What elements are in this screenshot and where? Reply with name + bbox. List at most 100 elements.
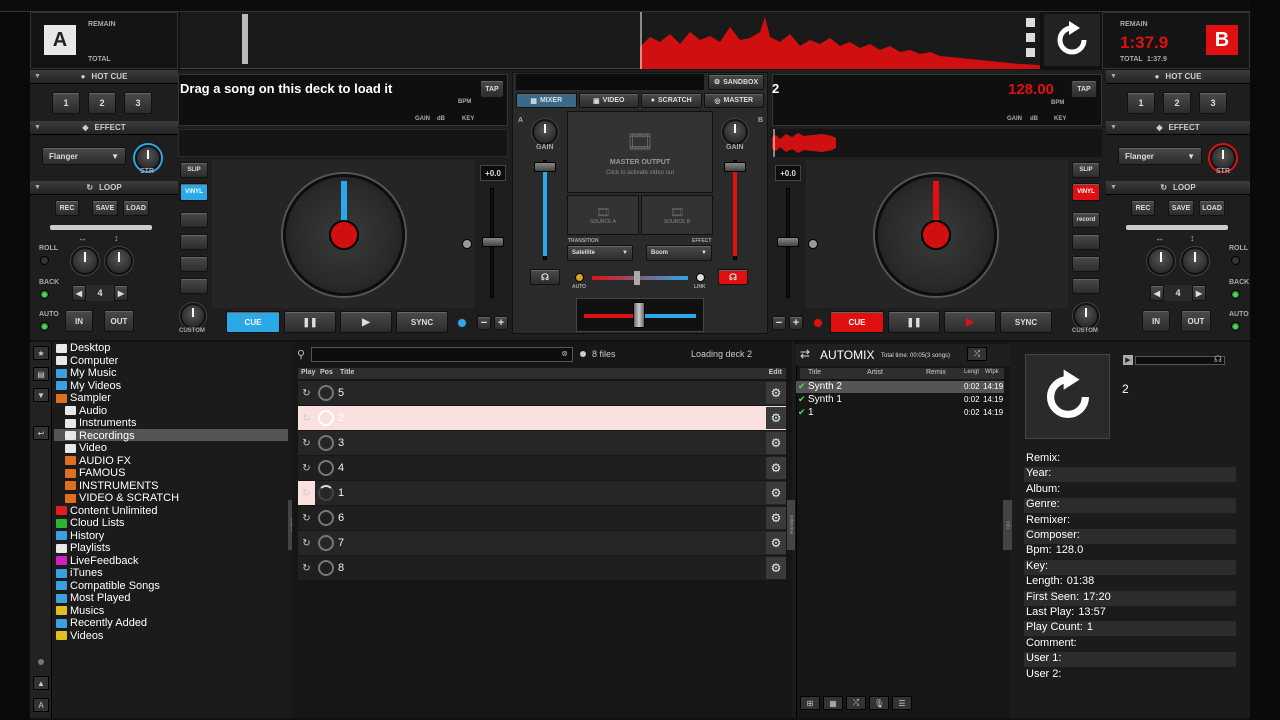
tree-item[interactable]: Instruments (65, 417, 136, 429)
deck-a-loop-header[interactable]: ▼ ↻ LOOP (30, 181, 178, 195)
tab-scratch[interactable]: ● SCRATCH (641, 93, 702, 108)
automix-add-icon[interactable]: ⊞ (800, 696, 820, 710)
col-edit[interactable]: Edit (769, 369, 782, 376)
deck-a-play-button[interactable]: ▶ (340, 311, 392, 333)
favorite-icon[interactable]: ★ (33, 346, 49, 360)
deck-b-pad-4[interactable] (1072, 278, 1100, 294)
tree-item[interactable]: VIDEO & SCRATCH (65, 492, 179, 504)
deck-b-hotcue-1[interactable]: 1 (1127, 92, 1155, 114)
tree-item[interactable]: Content Unlimited (56, 505, 157, 517)
tree-item[interactable]: iTunes (56, 567, 103, 579)
tree-item[interactable]: Cloud Lists (56, 517, 124, 529)
row-edit-gear-icon[interactable]: ⚙ (766, 382, 786, 404)
deck-b-hotcue-2[interactable]: 2 (1163, 92, 1191, 114)
mixer-gain-b-knob[interactable] (722, 119, 748, 145)
tree-item[interactable]: My Music (56, 367, 116, 379)
search-input-box[interactable]: ⊗ (311, 347, 573, 362)
deck-a-back-led[interactable] (40, 290, 49, 299)
deck-a-pad-3[interactable] (180, 256, 208, 272)
deck-b-record-button[interactable]: record (1072, 212, 1100, 228)
source-a-preview[interactable]: 🎞 SOURCE A (567, 195, 639, 235)
deck-b-loop-load[interactable]: LOAD (1199, 200, 1225, 216)
tree-item[interactable]: Playlists (56, 542, 110, 554)
mixer-volume-a-fader[interactable] (534, 162, 556, 172)
table-row[interactable]: ↻ 1 ⚙ (298, 481, 786, 505)
automix-row[interactable]: ✔ Synth 2 0:02 14:19 (796, 381, 1004, 393)
link-led[interactable] (696, 273, 705, 282)
deck-b-key-lock[interactable] (812, 317, 824, 329)
table-row[interactable]: ↻ 4 ⚙ (298, 456, 786, 480)
automix-shuffle-button[interactable]: ⤮ (967, 347, 987, 361)
tree-item[interactable]: Recordings (65, 430, 135, 442)
tree-item[interactable]: Audio (65, 405, 107, 417)
deck-b-tap-button[interactable]: TAP (1071, 80, 1097, 98)
sandbox-button[interactable]: ⚙ SANDBOX (708, 74, 764, 90)
back-icon[interactable]: ↩ (33, 426, 49, 440)
table-row[interactable]: ↻ 2 ⚙ (298, 406, 786, 430)
font-size-icon[interactable]: A (33, 698, 49, 712)
deck-a-effect-select[interactable]: Flanger ▼ (42, 147, 126, 165)
deck-b-vinyl-button[interactable]: VINYL (1072, 183, 1100, 201)
deck-b-auto-led[interactable] (1231, 322, 1240, 331)
automix-icon[interactable]: ⇄ (800, 347, 810, 361)
col-pos[interactable]: Pos (320, 369, 333, 376)
deck-a-roll-led[interactable] (40, 256, 49, 265)
automix-shuffle-icon[interactable]: ⤮ (846, 696, 866, 710)
deck-b-hotcue-header[interactable]: ▼ ● HOT CUE (1106, 70, 1250, 84)
deck-a-hotcue-3[interactable]: 3 (124, 92, 152, 114)
deck-a-shift-left-icon[interactable]: ↔ (78, 233, 87, 243)
automix-col-remix[interactable]: Remix (926, 369, 946, 376)
deck-a-tap-button[interactable]: TAP (480, 80, 504, 98)
sync-logo-icon[interactable] (1044, 14, 1100, 66)
waveform-overview[interactable] (640, 12, 1040, 69)
tab-mixer[interactable]: ▦ MIXER (516, 93, 577, 108)
info-preview-bar[interactable] (1135, 356, 1225, 365)
row-play-icon[interactable]: ↻ (298, 556, 315, 580)
tree-item[interactable]: History (56, 530, 104, 542)
deck-b-loop-rec[interactable]: REC (1131, 200, 1155, 216)
row-edit-gear-icon[interactable]: ⚙ (766, 482, 786, 504)
list-icon[interactable]: ▤ (33, 367, 49, 381)
deck-b-loop-save[interactable]: SAVE (1168, 200, 1194, 216)
info-preview-play[interactable]: ▶ (1123, 355, 1133, 365)
deck-b-loop-next[interactable]: ▶ (1192, 285, 1206, 301)
deck-b-hotcue-3[interactable]: 3 (1199, 92, 1227, 114)
transition-select[interactable]: Satellite ▼ (567, 245, 633, 261)
deck-a-pitch-reset[interactable] (462, 239, 472, 249)
deck-b-letter[interactable]: B (1206, 25, 1238, 55)
table-row[interactable]: ↻ 7 ⚙ (298, 531, 786, 555)
video-crossfader-handle[interactable] (634, 271, 640, 285)
view-dots[interactable] (1026, 18, 1036, 62)
info-headphone-icon[interactable]: ☊ (1214, 354, 1222, 365)
deck-b-loop-prev[interactable]: ◀ (1150, 285, 1164, 301)
row-play-icon[interactable]: ↻ (298, 406, 315, 430)
headphone-b-button[interactable]: ☊ (718, 269, 748, 285)
deck-a-loop-out[interactable]: OUT (104, 310, 134, 332)
deck-a-custom-knob[interactable] (180, 303, 206, 329)
deck-b-shift-right-icon[interactable]: ↕ (1190, 233, 1195, 243)
deck-a-loop-slider[interactable] (50, 225, 152, 230)
tree-item[interactable]: FAMOUS (65, 467, 125, 479)
automix-col-artist[interactable]: Artist (867, 369, 883, 376)
deck-a-letter[interactable]: A (44, 25, 76, 55)
deck-a-loop-in[interactable]: IN (65, 310, 93, 332)
source-b-preview[interactable]: 🎞 SOURCE B (641, 195, 713, 235)
deck-a-loop-next[interactable]: ▶ (114, 285, 128, 301)
scroll-up-icon[interactable]: ▲ (33, 676, 49, 690)
automix-col-length[interactable]: Lengt (964, 369, 979, 375)
deck-a-loop-rec[interactable]: REC (55, 200, 79, 216)
deck-b-pitch-plus[interactable]: + (789, 316, 803, 330)
deck-b-roll-led[interactable] (1231, 256, 1240, 265)
auto-led[interactable] (575, 273, 584, 282)
search-icon[interactable]: ⚲ (297, 348, 305, 361)
deck-b-pitch-minus[interactable]: − (772, 316, 786, 330)
mixer-gain-a-knob[interactable] (532, 119, 558, 145)
automix-row[interactable]: ✔ 1 0:02 14:19 (796, 407, 1004, 419)
deck-b-pad-3[interactable] (1072, 256, 1100, 272)
deck-b-loop-knob-1[interactable] (1147, 247, 1175, 275)
automix-mic-icon[interactable]: 🎙 (869, 696, 889, 710)
video-crossfader[interactable] (592, 276, 688, 280)
crossfader-handle[interactable] (633, 302, 645, 328)
filter-dot-icon[interactable] (580, 351, 586, 357)
deck-a-pitch-minus[interactable]: − (477, 316, 491, 330)
